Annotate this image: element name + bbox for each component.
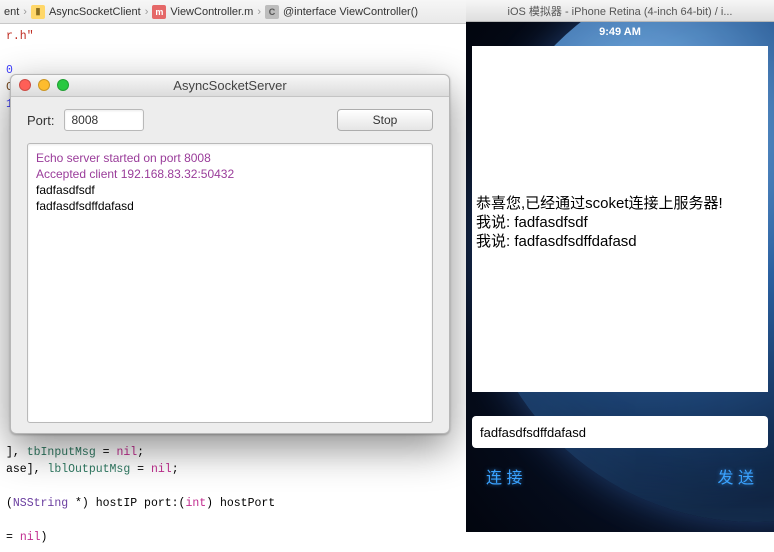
minimize-icon[interactable] <box>38 79 50 91</box>
status-clock: 9:49 AM <box>599 26 641 38</box>
log-line: Echo server started on port 8008 <box>36 150 424 166</box>
stop-button[interactable]: Stop <box>337 109 433 131</box>
chevron-right-icon: › <box>257 6 261 18</box>
code-text: int <box>185 497 206 510</box>
code-text: = <box>96 446 117 459</box>
code-text: NSString <box>13 497 68 510</box>
log-line: fadfasdfsdf <box>36 182 424 198</box>
ios-status-bar: 9:49 AM <box>466 22 774 42</box>
jump-seg-symbol[interactable]: @interface ViewController() <box>283 6 418 18</box>
server-window-body: Port: Stop Echo server started on port 8… <box>11 97 449 435</box>
log-line: Accepted client 192.168.83.32:50432 <box>36 166 424 182</box>
chat-line: 恭喜您,已经通过scoket连接上服务器! <box>476 195 723 212</box>
code-text: r.h" <box>6 30 34 43</box>
code-text: ], <box>6 446 27 459</box>
code-text: ; <box>137 446 144 459</box>
simulator-content: 9:49 AM 恭喜您,已经通过scoket连接上服务器! 我说: fadfas… <box>466 22 774 532</box>
code-text: ) <box>41 531 48 544</box>
objc-m-file-icon: m <box>152 5 166 19</box>
objc-class-icon: C <box>265 5 279 19</box>
code-text: = <box>6 531 20 544</box>
ios-simulator-window: iOS 模拟器 - iPhone Retina (4-inch 64-bit) … <box>466 0 774 532</box>
log-line: fadfasdfsdffdafasd <box>36 198 424 214</box>
code-text: ase], <box>6 463 47 476</box>
traffic-lights <box>19 79 69 91</box>
server-window-title: AsyncSocketServer <box>11 78 449 93</box>
message-input[interactable]: fadfasdfsdffdafasd <box>472 416 768 448</box>
port-input[interactable] <box>64 109 144 131</box>
zoom-icon[interactable] <box>57 79 69 91</box>
jump-seg-target[interactable]: ent <box>4 6 19 18</box>
folder-icon: ▮ <box>31 5 45 19</box>
server-window-titlebar[interactable]: AsyncSocketServer <box>11 75 449 97</box>
code-text: nil <box>151 463 172 476</box>
port-row: Port: Stop <box>27 109 433 131</box>
chevron-right-icon: › <box>145 6 149 18</box>
close-icon[interactable] <box>19 79 31 91</box>
chat-line: 我说: fadfasdfsdf <box>476 214 588 231</box>
code-text: tbInputMsg <box>27 446 96 459</box>
simulator-screen: 9:49 AM 恭喜您,已经通过scoket连接上服务器! 我说: fadfas… <box>466 22 774 532</box>
code-text: nil <box>20 531 41 544</box>
simulator-titlebar[interactable]: iOS 模拟器 - iPhone Retina (4-inch 64-bit) … <box>466 0 774 22</box>
server-log[interactable]: Echo server started on port 8008 Accepte… <box>27 143 433 423</box>
chat-line: 我说: fadfasdfsdffdafasd <box>476 233 637 250</box>
port-label: Port: <box>27 113 54 128</box>
chat-text: 恭喜您,已经通过scoket连接上服务器! 我说: fadfasdfsdf 我说… <box>476 194 723 251</box>
code-text: ( <box>6 497 13 510</box>
code-text: lblOutputMsg <box>47 463 130 476</box>
code-text: *) hostIP port:( <box>68 497 185 510</box>
code-text: ; <box>172 463 179 476</box>
code-area-bottom[interactable]: ], tbInputMsg = nil; ase], lblOutputMsg … <box>0 440 281 552</box>
jump-seg-file[interactable]: ViewController.m <box>170 6 253 18</box>
connect-button[interactable]: 连 接 <box>486 464 522 488</box>
code-text: nil <box>116 446 137 459</box>
xcode-jump-bar[interactable]: ent › ▮ AsyncSocketClient › m ViewContro… <box>0 0 466 24</box>
chat-output-view: 恭喜您,已经通过scoket连接上服务器! 我说: fadfasdfsdf 我说… <box>472 46 768 392</box>
code-text: = <box>130 463 151 476</box>
server-window: AsyncSocketServer Port: Stop Echo server… <box>10 74 450 434</box>
send-button[interactable]: 发 送 <box>718 464 754 488</box>
message-input-value: fadfasdfsdffdafasd <box>480 425 586 440</box>
jump-seg-project[interactable]: AsyncSocketClient <box>49 6 141 18</box>
chevron-right-icon: › <box>23 6 27 18</box>
code-text: ) hostPort <box>206 497 275 510</box>
